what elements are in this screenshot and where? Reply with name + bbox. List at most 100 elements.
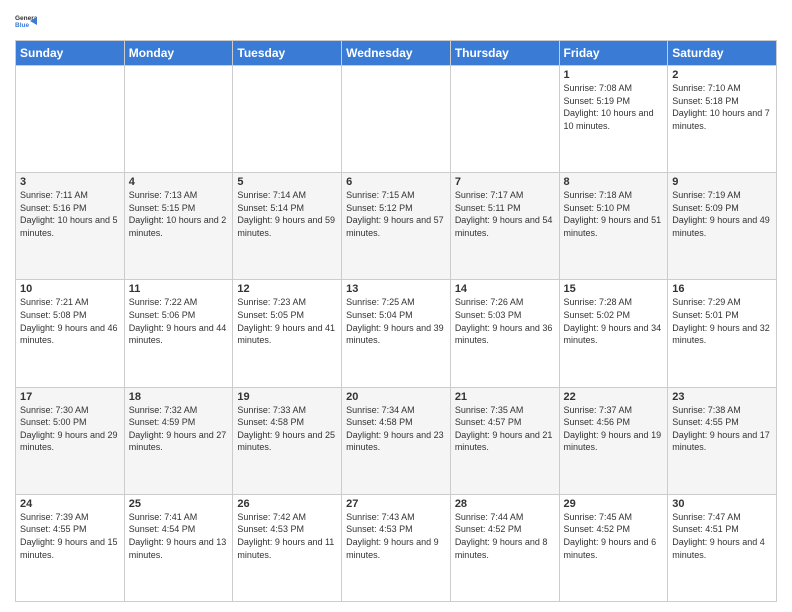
weekday-header-row: SundayMondayTuesdayWednesdayThursdayFrid… [16,41,777,66]
day-number: 19 [237,391,337,403]
day-number: 24 [20,498,120,510]
week-row-2: 10Sunrise: 7:21 AM Sunset: 5:08 PM Dayli… [16,280,777,387]
day-cell: 11Sunrise: 7:22 AM Sunset: 5:06 PM Dayli… [124,280,233,387]
day-info: Sunrise: 7:37 AM Sunset: 4:56 PM Dayligh… [564,404,664,454]
day-cell: 14Sunrise: 7:26 AM Sunset: 5:03 PM Dayli… [450,280,559,387]
day-cell: 24Sunrise: 7:39 AM Sunset: 4:55 PM Dayli… [16,494,125,601]
day-cell: 2Sunrise: 7:10 AM Sunset: 5:18 PM Daylig… [668,66,777,173]
header: General Blue [15,10,777,32]
day-cell: 16Sunrise: 7:29 AM Sunset: 5:01 PM Dayli… [668,280,777,387]
day-cell: 27Sunrise: 7:43 AM Sunset: 4:53 PM Dayli… [342,494,451,601]
day-cell [124,66,233,173]
logo: General Blue [15,10,37,32]
day-number: 22 [564,391,664,403]
day-number: 26 [237,498,337,510]
day-number: 27 [346,498,446,510]
day-number: 15 [564,283,664,295]
day-info: Sunrise: 7:25 AM Sunset: 5:04 PM Dayligh… [346,296,446,346]
day-info: Sunrise: 7:41 AM Sunset: 4:54 PM Dayligh… [129,511,229,561]
day-info: Sunrise: 7:14 AM Sunset: 5:14 PM Dayligh… [237,189,337,239]
day-number: 11 [129,283,229,295]
week-row-1: 3Sunrise: 7:11 AM Sunset: 5:16 PM Daylig… [16,173,777,280]
weekday-thursday: Thursday [450,41,559,66]
page: General Blue SundayMondayTuesdayWednesda… [0,0,792,612]
day-cell: 25Sunrise: 7:41 AM Sunset: 4:54 PM Dayli… [124,494,233,601]
day-number: 21 [455,391,555,403]
day-cell: 29Sunrise: 7:45 AM Sunset: 4:52 PM Dayli… [559,494,668,601]
day-cell: 6Sunrise: 7:15 AM Sunset: 5:12 PM Daylig… [342,173,451,280]
day-info: Sunrise: 7:29 AM Sunset: 5:01 PM Dayligh… [672,296,772,346]
day-info: Sunrise: 7:32 AM Sunset: 4:59 PM Dayligh… [129,404,229,454]
day-info: Sunrise: 7:33 AM Sunset: 4:58 PM Dayligh… [237,404,337,454]
day-cell: 28Sunrise: 7:44 AM Sunset: 4:52 PM Dayli… [450,494,559,601]
day-info: Sunrise: 7:23 AM Sunset: 5:05 PM Dayligh… [237,296,337,346]
calendar: SundayMondayTuesdayWednesdayThursdayFrid… [15,40,777,602]
day-cell: 20Sunrise: 7:34 AM Sunset: 4:58 PM Dayli… [342,387,451,494]
day-number: 9 [672,176,772,188]
weekday-sunday: Sunday [16,41,125,66]
day-cell [450,66,559,173]
day-number: 8 [564,176,664,188]
day-number: 23 [672,391,772,403]
day-info: Sunrise: 7:10 AM Sunset: 5:18 PM Dayligh… [672,82,772,132]
day-info: Sunrise: 7:28 AM Sunset: 5:02 PM Dayligh… [564,296,664,346]
day-cell: 8Sunrise: 7:18 AM Sunset: 5:10 PM Daylig… [559,173,668,280]
day-info: Sunrise: 7:15 AM Sunset: 5:12 PM Dayligh… [346,189,446,239]
day-info: Sunrise: 7:30 AM Sunset: 5:00 PM Dayligh… [20,404,120,454]
day-cell: 9Sunrise: 7:19 AM Sunset: 5:09 PM Daylig… [668,173,777,280]
day-cell [342,66,451,173]
day-cell: 13Sunrise: 7:25 AM Sunset: 5:04 PM Dayli… [342,280,451,387]
day-info: Sunrise: 7:47 AM Sunset: 4:51 PM Dayligh… [672,511,772,561]
day-info: Sunrise: 7:45 AM Sunset: 4:52 PM Dayligh… [564,511,664,561]
day-info: Sunrise: 7:21 AM Sunset: 5:08 PM Dayligh… [20,296,120,346]
weekday-monday: Monday [124,41,233,66]
day-info: Sunrise: 7:38 AM Sunset: 4:55 PM Dayligh… [672,404,772,454]
day-number: 28 [455,498,555,510]
day-cell: 10Sunrise: 7:21 AM Sunset: 5:08 PM Dayli… [16,280,125,387]
day-cell: 1Sunrise: 7:08 AM Sunset: 5:19 PM Daylig… [559,66,668,173]
day-number: 3 [20,176,120,188]
day-cell: 22Sunrise: 7:37 AM Sunset: 4:56 PM Dayli… [559,387,668,494]
day-number: 17 [20,391,120,403]
day-number: 10 [20,283,120,295]
day-cell: 5Sunrise: 7:14 AM Sunset: 5:14 PM Daylig… [233,173,342,280]
week-row-3: 17Sunrise: 7:30 AM Sunset: 5:00 PM Dayli… [16,387,777,494]
day-number: 30 [672,498,772,510]
day-number: 18 [129,391,229,403]
weekday-wednesday: Wednesday [342,41,451,66]
day-info: Sunrise: 7:43 AM Sunset: 4:53 PM Dayligh… [346,511,446,561]
day-info: Sunrise: 7:17 AM Sunset: 5:11 PM Dayligh… [455,189,555,239]
weekday-tuesday: Tuesday [233,41,342,66]
day-info: Sunrise: 7:34 AM Sunset: 4:58 PM Dayligh… [346,404,446,454]
day-info: Sunrise: 7:11 AM Sunset: 5:16 PM Dayligh… [20,189,120,239]
day-cell [16,66,125,173]
day-cell: 3Sunrise: 7:11 AM Sunset: 5:16 PM Daylig… [16,173,125,280]
day-cell: 17Sunrise: 7:30 AM Sunset: 5:00 PM Dayli… [16,387,125,494]
day-cell: 7Sunrise: 7:17 AM Sunset: 5:11 PM Daylig… [450,173,559,280]
day-info: Sunrise: 7:18 AM Sunset: 5:10 PM Dayligh… [564,189,664,239]
day-cell: 12Sunrise: 7:23 AM Sunset: 5:05 PM Dayli… [233,280,342,387]
day-info: Sunrise: 7:35 AM Sunset: 4:57 PM Dayligh… [455,404,555,454]
day-number: 12 [237,283,337,295]
day-number: 16 [672,283,772,295]
day-number: 7 [455,176,555,188]
day-cell: 19Sunrise: 7:33 AM Sunset: 4:58 PM Dayli… [233,387,342,494]
day-cell: 15Sunrise: 7:28 AM Sunset: 5:02 PM Dayli… [559,280,668,387]
day-info: Sunrise: 7:26 AM Sunset: 5:03 PM Dayligh… [455,296,555,346]
day-info: Sunrise: 7:08 AM Sunset: 5:19 PM Dayligh… [564,82,664,132]
day-number: 2 [672,69,772,81]
day-number: 29 [564,498,664,510]
day-info: Sunrise: 7:19 AM Sunset: 5:09 PM Dayligh… [672,189,772,239]
day-number: 1 [564,69,664,81]
day-number: 20 [346,391,446,403]
day-cell: 30Sunrise: 7:47 AM Sunset: 4:51 PM Dayli… [668,494,777,601]
day-cell: 26Sunrise: 7:42 AM Sunset: 4:53 PM Dayli… [233,494,342,601]
day-cell: 23Sunrise: 7:38 AM Sunset: 4:55 PM Dayli… [668,387,777,494]
svg-text:Blue: Blue [15,22,29,29]
day-number: 4 [129,176,229,188]
day-cell: 4Sunrise: 7:13 AM Sunset: 5:15 PM Daylig… [124,173,233,280]
weekday-friday: Friday [559,41,668,66]
day-info: Sunrise: 7:39 AM Sunset: 4:55 PM Dayligh… [20,511,120,561]
day-info: Sunrise: 7:44 AM Sunset: 4:52 PM Dayligh… [455,511,555,561]
week-row-4: 24Sunrise: 7:39 AM Sunset: 4:55 PM Dayli… [16,494,777,601]
